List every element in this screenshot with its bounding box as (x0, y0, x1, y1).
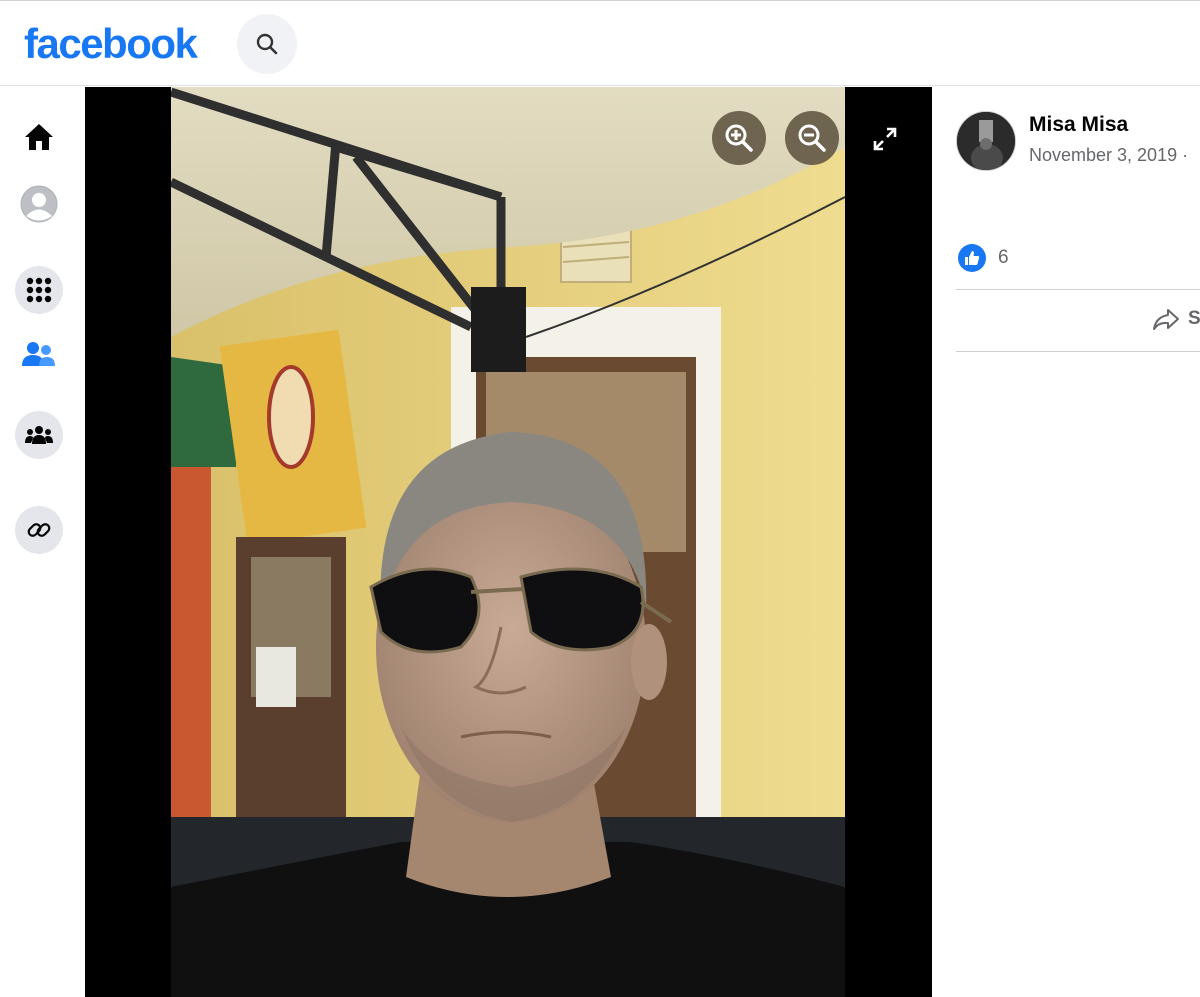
sidebar-item-menu[interactable] (15, 266, 63, 314)
profile-avatar-icon (20, 185, 58, 223)
fullscreen-button[interactable] (867, 121, 903, 157)
sidebar-item-link[interactable] (15, 506, 63, 554)
share-icon (1153, 309, 1179, 330)
post-details-panel: Misa Misa November 3, 2019 · 6 S (932, 87, 1200, 997)
post-date[interactable]: November 3, 2019 · (1029, 145, 1188, 166)
photo-viewer (85, 87, 932, 997)
groups-icon (25, 426, 53, 444)
facebook-logo[interactable]: facebook (24, 20, 198, 68)
search-button[interactable] (237, 14, 297, 74)
left-sidebar (0, 87, 85, 997)
author-name[interactable]: Misa Misa (1029, 113, 1128, 137)
photo[interactable] (171, 87, 845, 997)
friends-icon (22, 342, 55, 366)
zoom-in-button[interactable] (712, 111, 766, 165)
share-button[interactable]: S (1152, 307, 1200, 331)
avatar-image (957, 112, 1015, 170)
zoom-in-icon (725, 124, 753, 152)
divider (956, 351, 1200, 352)
like-badge (958, 244, 986, 272)
grid-menu-icon (26, 277, 52, 303)
photo-image (171, 87, 845, 997)
author-avatar[interactable] (956, 111, 1016, 171)
share-label: S (1188, 308, 1200, 329)
thumbs-up-icon (965, 251, 980, 265)
home-icon (25, 124, 53, 150)
sidebar-item-friends[interactable] (15, 330, 63, 378)
zoom-out-icon (798, 124, 826, 152)
zoom-out-button[interactable] (785, 111, 839, 165)
sidebar-item-groups[interactable] (15, 411, 63, 459)
like-count: 6 (998, 247, 1009, 268)
sidebar-item-home[interactable] (15, 113, 63, 161)
reactions-summary[interactable]: 6 (958, 244, 1009, 272)
sidebar-item-profile[interactable] (15, 180, 63, 228)
search-icon (256, 33, 278, 55)
top-navigation-bar: facebook (0, 0, 1200, 86)
expand-icon (873, 127, 897, 151)
link-icon (27, 523, 51, 537)
divider (956, 289, 1200, 290)
